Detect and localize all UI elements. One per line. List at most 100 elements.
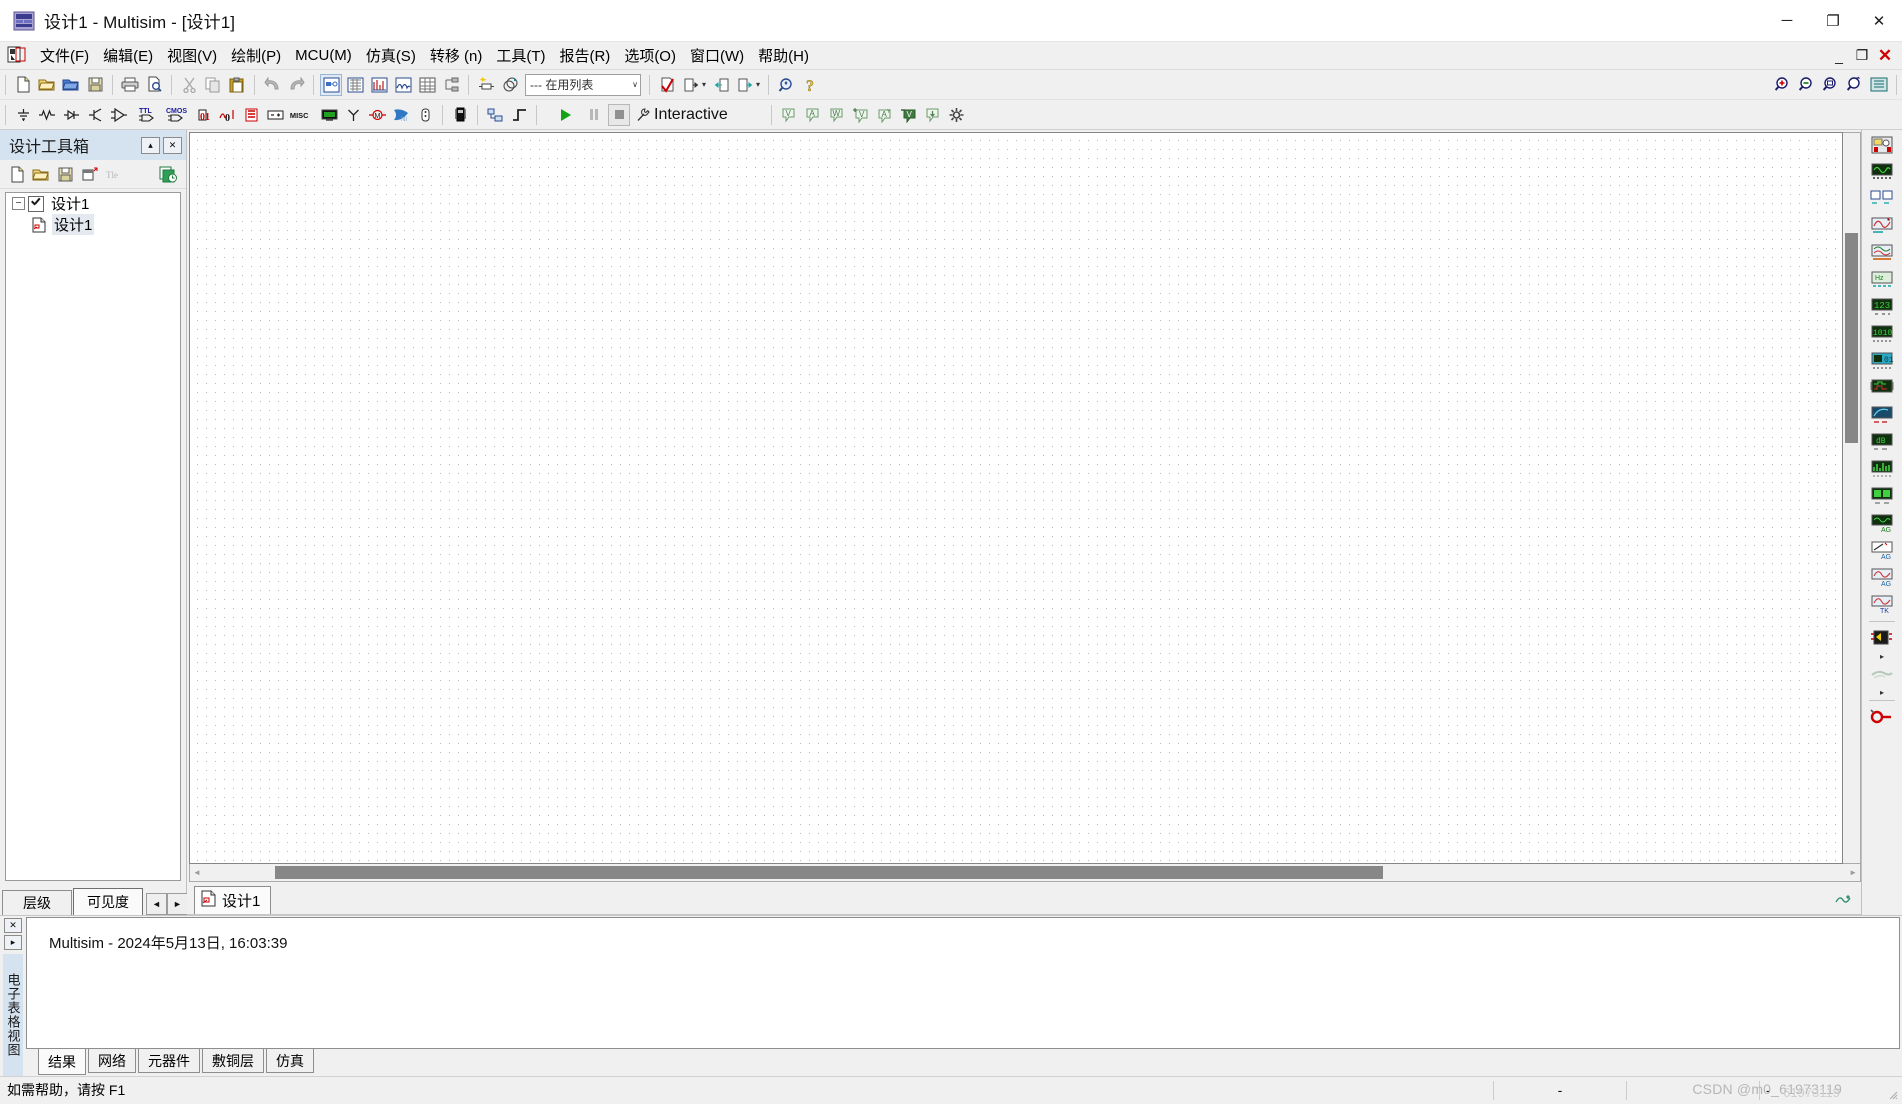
- maximize-button[interactable]: ❐: [1810, 0, 1856, 41]
- panel-collapse-button[interactable]: ▴: [141, 136, 160, 154]
- pause-simulation-icon[interactable]: [583, 105, 605, 125]
- rf-icon[interactable]: [343, 105, 363, 125]
- save-icon[interactable]: [85, 75, 105, 95]
- erc-check-icon[interactable]: [657, 75, 677, 95]
- labview-instruments-icon[interactable]: [1867, 625, 1897, 651]
- probe-settings-icon[interactable]: [947, 105, 967, 125]
- chevron-down-icon[interactable]: ▾: [702, 80, 706, 89]
- grapher-icon[interactable]: [345, 75, 365, 95]
- new-file-icon[interactable]: [13, 75, 33, 95]
- open-design-folder-icon[interactable]: [61, 75, 81, 95]
- iv-analyzer-icon[interactable]: [1867, 402, 1897, 428]
- spreadsheet-view-icon[interactable]: [417, 75, 437, 95]
- palette-dropdown-arrow-2[interactable]: ▸: [1880, 688, 1884, 697]
- mdi-close-button[interactable]: ✕: [1874, 46, 1896, 65]
- menu-view[interactable]: 视图(V): [160, 42, 224, 69]
- misc-digital-icon[interactable]: 01: [193, 105, 213, 125]
- oscilloscope-icon[interactable]: [1867, 213, 1897, 239]
- menu-window[interactable]: 窗口(W): [683, 42, 751, 69]
- logic-converter-icon[interactable]: 01: [1867, 348, 1897, 374]
- ttl-icon[interactable]: TTL: [133, 105, 159, 125]
- save-design-icon[interactable]: [55, 164, 75, 184]
- menu-transfer[interactable]: 转移 (n): [423, 42, 490, 69]
- connectors-icon[interactable]: [415, 105, 435, 125]
- tree-row[interactable]: − 设计1: [6, 193, 180, 214]
- canvas-horizontal-scrollbar[interactable]: ◄ ►: [189, 864, 1861, 882]
- toggle-schematic-icon[interactable]: [320, 73, 342, 96]
- tab-components[interactable]: 元器件: [138, 1049, 200, 1073]
- mcu-icon[interactable]: [450, 105, 470, 125]
- zoom-out-icon[interactable]: [1797, 75, 1817, 95]
- referenced-voltage-probe-icon[interactable]: V: [899, 105, 919, 125]
- new-sheet-icon[interactable]: [79, 164, 99, 184]
- resize-grip-icon[interactable]: [1887, 1088, 1899, 1100]
- current-gain-probe-icon[interactable]: AY: [875, 105, 895, 125]
- frequency-counter-icon[interactable]: 123: [1867, 294, 1897, 320]
- document-window-icon[interactable]: [7, 46, 27, 65]
- hierarchical-block-icon[interactable]: [485, 105, 505, 125]
- zoom-area-icon[interactable]: [1845, 75, 1865, 95]
- forward-annotate-icon[interactable]: [735, 75, 755, 95]
- current-probe-tool-icon[interactable]: [1867, 704, 1897, 730]
- hierarchy-icon[interactable]: [441, 75, 461, 95]
- print-icon[interactable]: [120, 75, 140, 95]
- tab-copper-layers[interactable]: 敷铜层: [202, 1049, 264, 1073]
- schematic-canvas[interactable]: [189, 132, 1843, 864]
- function-generator-icon[interactable]: [1867, 159, 1897, 185]
- transistors-icon[interactable]: [85, 105, 105, 125]
- power-icon[interactable]: [265, 105, 285, 125]
- bode-plotter-icon[interactable]: Hz: [1867, 267, 1897, 293]
- scrollbar-thumb[interactable]: [1845, 233, 1858, 443]
- logic-analyzer-icon[interactable]: [1867, 375, 1897, 401]
- open-design-icon[interactable]: [31, 164, 51, 184]
- print-preview-icon[interactable]: [144, 75, 164, 95]
- tree-row[interactable]: 设计1: [6, 214, 180, 235]
- electromechanical-icon[interactable]: M: [367, 105, 387, 125]
- distortion-analyzer-icon[interactable]: dB: [1867, 429, 1897, 455]
- copy-icon[interactable]: [203, 75, 223, 95]
- ni-elvismx-instruments-icon[interactable]: [1867, 661, 1897, 687]
- digital-probe-icon[interactable]: [923, 105, 943, 125]
- new-design-icon[interactable]: [7, 164, 27, 184]
- palette-dropdown-arrow-1[interactable]: ▸: [1880, 652, 1884, 661]
- design-tree[interactable]: − 设计1 设计1: [5, 192, 181, 881]
- menu-tools[interactable]: 工具(T): [489, 42, 552, 69]
- tab-results[interactable]: 结果: [38, 1049, 86, 1075]
- spreadsheet-expand-button[interactable]: ▸: [4, 935, 22, 950]
- help-icon[interactable]: ?: [800, 75, 820, 95]
- paste-icon[interactable]: [227, 75, 247, 95]
- document-tab[interactable]: 设计1: [194, 886, 272, 914]
- scrollbar-thumb[interactable]: [275, 866, 1383, 879]
- stop-simulation-icon[interactable]: [608, 103, 630, 126]
- menu-help[interactable]: 帮助(H): [751, 42, 816, 69]
- current-probe-icon[interactable]: A: [803, 105, 823, 125]
- panel-close-button[interactable]: ✕: [163, 136, 182, 154]
- analysis-icon[interactable]: [369, 75, 389, 95]
- voltage-probe-icon[interactable]: V: [779, 105, 799, 125]
- mixed-icon[interactable]: 0: [217, 105, 237, 125]
- tab-simulation[interactable]: 仿真: [266, 1049, 314, 1073]
- spreadsheet-close-button[interactable]: ✕: [4, 918, 22, 933]
- close-button[interactable]: ✕: [1856, 0, 1902, 41]
- tree-expander[interactable]: −: [12, 197, 25, 210]
- basic-passive-icon[interactable]: [37, 105, 57, 125]
- mdi-restore-button[interactable]: ❐: [1851, 46, 1873, 65]
- analog-icon[interactable]: [109, 105, 129, 125]
- place-component-icon[interactable]: [476, 75, 496, 95]
- tab-hierarchy[interactable]: 层级: [2, 890, 72, 915]
- menu-file[interactable]: 文件(F): [33, 42, 96, 69]
- sources-icon[interactable]: [13, 105, 33, 125]
- word-generator-icon[interactable]: 1010: [1867, 321, 1897, 347]
- four-channel-oscilloscope-icon[interactable]: [1867, 240, 1897, 266]
- multimeter-icon[interactable]: [1867, 132, 1897, 158]
- sheet-history-icon[interactable]: [158, 164, 178, 184]
- mdi-minimize-button[interactable]: _: [1828, 46, 1850, 65]
- export-netlist-icon[interactable]: [681, 75, 701, 95]
- in-use-list-combo[interactable]: --- 在用列表 ∨: [525, 73, 641, 96]
- tab-visibility[interactable]: 可见度: [73, 888, 143, 915]
- agilent-function-generator-icon[interactable]: AG: [1867, 510, 1897, 536]
- menu-simulate[interactable]: 仿真(S): [359, 42, 423, 69]
- advanced-peripherals-icon[interactable]: [319, 105, 339, 125]
- chevron-down-icon[interactable]: ▾: [756, 80, 760, 89]
- redo-icon[interactable]: [286, 75, 306, 95]
